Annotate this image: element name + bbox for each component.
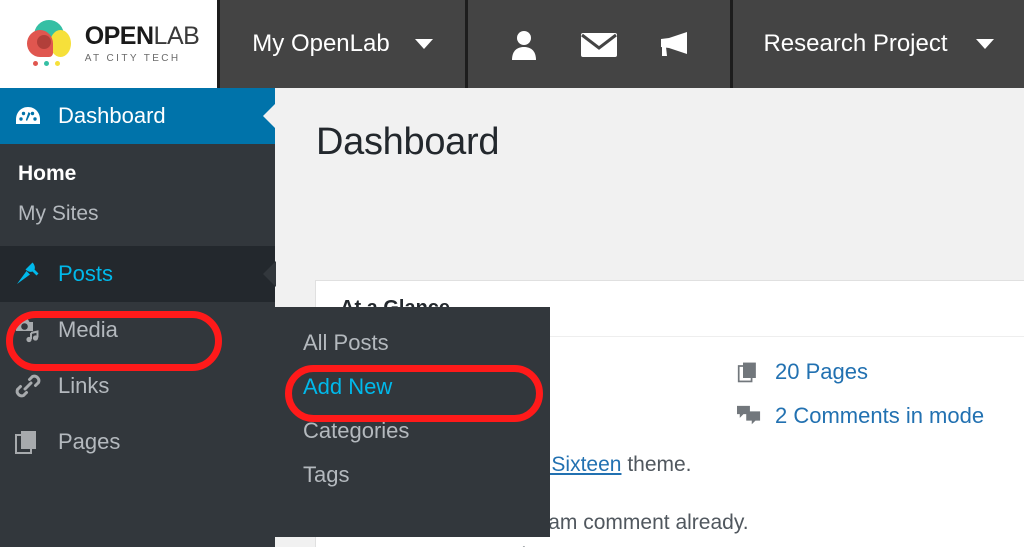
sidebar-item-media-label: Media <box>58 317 118 342</box>
admin-sidebar: Dashboard Home My Sites Posts Media Link… <box>0 88 276 547</box>
stat-pages-label: 20 Pages <box>775 359 868 384</box>
glance-stats-right: 20 Pages 2 Comments in mode <box>736 359 1024 429</box>
sidebar-item-posts[interactable]: Posts <box>0 246 276 302</box>
stat-pages[interactable]: 20 Pages <box>736 359 1024 385</box>
logo-name-lab: LAB <box>153 22 200 50</box>
flyout-item-all-posts[interactable]: All Posts <box>275 321 550 365</box>
sidebar-item-media[interactable]: Media <box>0 302 275 358</box>
posts-flyout-submenu: All Posts Add New Categories Tags <box>275 307 550 537</box>
openlab-logo[interactable]: OPENLAB AT CITY TECH <box>0 0 220 88</box>
page-title: Dashboard <box>316 121 500 163</box>
sidebar-item-dashboard[interactable]: Dashboard <box>0 88 276 144</box>
stat-comments-label: 2 Comments in mode <box>775 403 985 428</box>
top-navigation-bar: OPENLAB AT CITY TECH My OpenLab Research… <box>0 0 1024 88</box>
chevron-down-icon <box>414 39 433 49</box>
sidebar-submenu-dashboard: Home My Sites <box>0 144 275 246</box>
akismet-line-2: r spam queue at the moment. <box>358 540 1024 547</box>
stat-comments-moderation[interactable]: 2 Comments in mode <box>736 403 1024 429</box>
dashboard-gauge-icon <box>14 102 42 130</box>
spam-queue-link[interactable]: spam queue <box>371 544 487 547</box>
envelope-icon[interactable] <box>576 21 622 67</box>
logo-wordmark: OPENLAB AT CITY TECH <box>85 24 200 64</box>
sidebar-subitem-home[interactable]: Home <box>0 154 275 194</box>
media-camera-music-icon <box>14 316 42 344</box>
logo-name: OPENLAB <box>85 24 200 49</box>
openlab-speech-bubbles-logo-icon <box>22 18 76 70</box>
research-project-menu[interactable]: Research Project <box>733 0 1024 88</box>
sidebar-item-dashboard-label: Dashboard <box>58 103 166 128</box>
my-openlab-menu[interactable]: My OpenLab <box>220 0 468 88</box>
sidebar-item-pages[interactable]: Pages <box>0 414 275 470</box>
flyout-item-tags[interactable]: Tags <box>275 453 550 497</box>
topbar-icon-group <box>468 0 733 88</box>
comments-icon <box>736 403 762 429</box>
research-project-label: Research Project <box>763 30 948 57</box>
posts-arrow-indicator <box>263 261 276 287</box>
sidebar-item-posts-label: Posts <box>58 261 114 286</box>
my-openlab-label: My OpenLab <box>252 30 390 57</box>
akismet-line-2-prefix: r <box>358 544 371 547</box>
sidebar-subitem-my-sites[interactable]: My Sites <box>0 194 275 234</box>
flyout-item-add-new[interactable]: Add New <box>275 365 550 409</box>
user-icon[interactable] <box>501 21 547 67</box>
logo-name-open: OPEN <box>84 22 154 50</box>
pages-stack-icon <box>736 359 762 385</box>
sidebar-item-links-label: Links <box>58 373 110 398</box>
theme-suffix: theme. <box>621 453 692 476</box>
pushpin-icon <box>14 260 42 288</box>
akismet-line-2-suffix: at the moment. <box>486 544 632 547</box>
chevron-down-icon <box>975 39 994 49</box>
megaphone-icon[interactable] <box>651 21 697 67</box>
sidebar-item-pages-label: Pages <box>58 429 121 454</box>
chain-link-icon <box>14 372 42 400</box>
pages-stack-icon <box>14 428 42 456</box>
logo-tagline: AT CITY TECH <box>84 53 181 64</box>
flyout-item-categories[interactable]: Categories <box>275 409 550 453</box>
sidebar-item-links[interactable]: Links <box>0 358 275 414</box>
